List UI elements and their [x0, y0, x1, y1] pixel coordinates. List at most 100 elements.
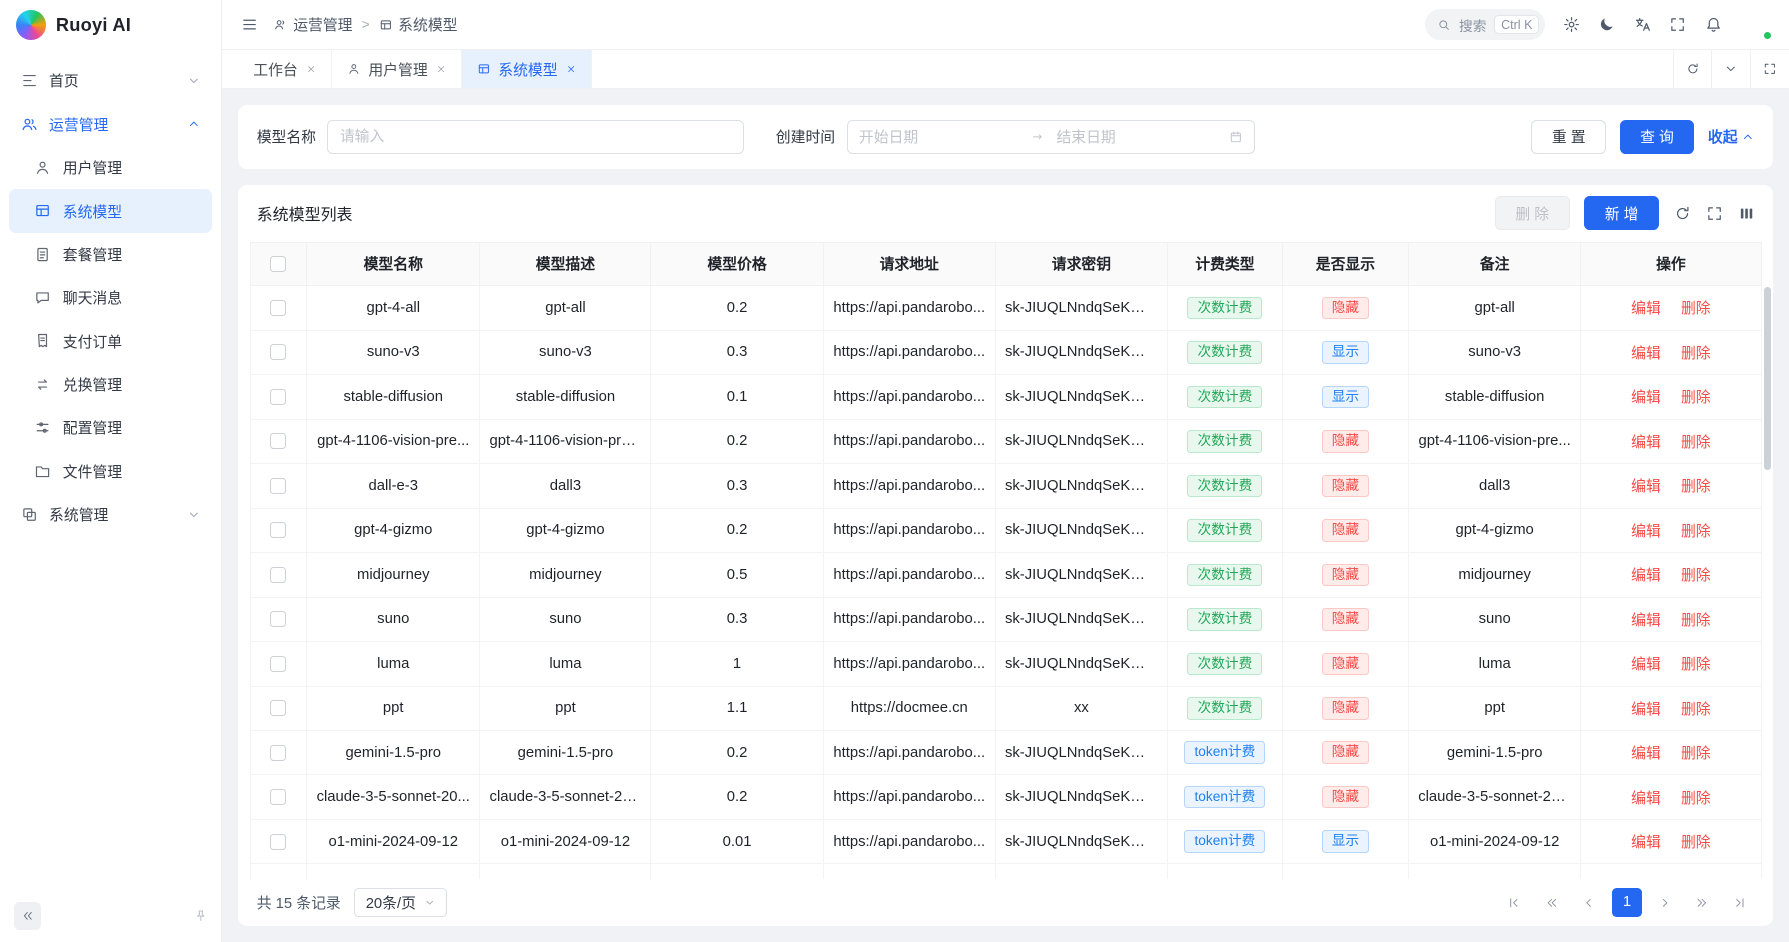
expand-table-icon[interactable] [1706, 205, 1723, 222]
delete-link[interactable]: 删除 [1681, 301, 1711, 317]
sidebar-footer [0, 899, 221, 942]
delete-link[interactable]: 删除 [1681, 479, 1711, 495]
translate-icon[interactable] [1634, 16, 1651, 33]
sidebar-item-package-management[interactable]: 套餐管理 [9, 233, 212, 276]
sidebar-item-config-management[interactable]: 配置管理 [9, 406, 212, 449]
sidebar-item-file-management[interactable]: 文件管理 [9, 449, 212, 492]
sidebar-item-system-model[interactable]: 系统模型 [9, 189, 212, 232]
prev-fast-button[interactable] [1537, 888, 1567, 918]
delete-link[interactable]: 删除 [1681, 346, 1711, 362]
edit-link[interactable]: 编辑 [1631, 657, 1661, 673]
delete-link[interactable]: 删除 [1681, 524, 1711, 540]
sidebar-item-chat-messages[interactable]: 聊天消息 [9, 276, 212, 319]
delete-link[interactable]: 删除 [1681, 746, 1711, 762]
next-fast-button[interactable] [1687, 888, 1717, 918]
sidebar-item-system-management[interactable]: 系统管理 [9, 493, 212, 536]
sidebar-item-operations[interactable]: 运营管理 [9, 103, 212, 146]
delete-link[interactable]: 删除 [1681, 791, 1711, 807]
row-checkbox[interactable] [270, 656, 286, 672]
menu-toggle-icon[interactable] [241, 16, 258, 33]
delete-link[interactable]: 删除 [1681, 613, 1711, 629]
edit-link[interactable]: 编辑 [1631, 435, 1661, 451]
dark-mode-moon-icon[interactable] [1598, 16, 1615, 33]
row-checkbox[interactable] [270, 834, 286, 850]
model-grid-icon [379, 18, 393, 32]
cell-model-name: o1-mini-2024-09-12 [307, 819, 480, 863]
row-checkbox[interactable] [270, 745, 286, 761]
row-checkbox[interactable] [270, 611, 286, 627]
sidebar-item-exchange-management[interactable]: 兑换管理 [9, 363, 212, 406]
table-row: gpt-4-gizmo gpt-4-gizmo 0.2 https://api.… [250, 508, 1761, 552]
delete-link[interactable]: 删除 [1681, 835, 1711, 851]
last-page-button[interactable] [1725, 888, 1755, 918]
table-scrollbar-thumb[interactable] [1764, 287, 1771, 470]
column-settings-icon[interactable] [1738, 205, 1755, 222]
sidebar-item-home[interactable]: 首页 [9, 59, 212, 102]
edit-link[interactable]: 编辑 [1631, 746, 1661, 762]
breadcrumb-item-system-model[interactable]: 系统模型 [379, 14, 458, 35]
select-all-checkbox[interactable] [270, 256, 286, 272]
close-icon[interactable] [436, 64, 446, 74]
tab-refresh-icon[interactable] [1673, 50, 1712, 88]
model-name-input[interactable] [327, 120, 743, 154]
global-search[interactable]: 搜索 Ctrl K [1425, 9, 1545, 40]
row-checkbox[interactable] [270, 700, 286, 716]
edit-link[interactable]: 编辑 [1631, 301, 1661, 317]
row-checkbox[interactable] [270, 522, 286, 538]
pin-icon[interactable] [194, 909, 208, 923]
reset-button[interactable]: 重 置 [1531, 120, 1606, 154]
edit-link[interactable]: 编辑 [1631, 568, 1661, 584]
sidebar-collapse-button[interactable] [14, 902, 41, 929]
fullscreen-icon[interactable] [1669, 16, 1686, 33]
cell-model-price: 0.3 [651, 597, 823, 641]
delete-button[interactable]: 删 除 [1495, 196, 1570, 230]
delete-link[interactable]: 删除 [1681, 390, 1711, 406]
row-checkbox[interactable] [270, 789, 286, 805]
next-page-button[interactable] [1650, 888, 1680, 918]
row-checkbox[interactable] [270, 300, 286, 316]
app-logo[interactable]: Ruoyi AI [0, 0, 221, 50]
row-checkbox[interactable] [270, 389, 286, 405]
close-icon[interactable] [306, 64, 316, 74]
edit-link[interactable]: 编辑 [1631, 346, 1661, 362]
table-scroll-area[interactable]: 模型名称 模型描述 模型价格 请求地址 请求密钥 计费类型 是否显示 备注 操作 [250, 242, 1762, 879]
edit-link[interactable]: 编辑 [1631, 479, 1661, 495]
row-checkbox[interactable] [270, 344, 286, 360]
first-page-button[interactable] [1499, 888, 1529, 918]
user-avatar[interactable] [1740, 9, 1771, 40]
tab-system-model[interactable]: 系统模型 [462, 50, 592, 88]
row-checkbox[interactable] [270, 433, 286, 449]
edit-link[interactable]: 编辑 [1631, 702, 1661, 718]
refresh-icon[interactable] [1674, 205, 1691, 222]
tab-user-management[interactable]: 用户管理 [332, 50, 462, 88]
edit-link[interactable]: 编辑 [1631, 390, 1661, 406]
delete-link[interactable]: 删除 [1681, 568, 1711, 584]
date-range-picker[interactable]: 开始日期 结束日期 [847, 120, 1255, 154]
delete-link[interactable]: 删除 [1681, 435, 1711, 451]
page-size-select[interactable]: 20条/页 [354, 888, 446, 918]
notifications-bell-icon[interactable] [1705, 16, 1722, 33]
edit-link[interactable]: 编辑 [1631, 613, 1661, 629]
row-checkbox[interactable] [270, 567, 286, 583]
sidebar-item-payment-orders[interactable]: 支付订单 [9, 319, 212, 362]
collapse-filter-link[interactable]: 收起 [1708, 126, 1755, 147]
edit-link[interactable]: 编辑 [1631, 835, 1661, 851]
tab-maximize-icon[interactable] [1750, 50, 1789, 88]
close-icon[interactable] [566, 64, 576, 74]
breadcrumb-item-operations[interactable]: 运营管理 [274, 14, 353, 35]
edit-link[interactable]: 编辑 [1631, 524, 1661, 540]
add-button[interactable]: 新 增 [1584, 196, 1659, 230]
visibility-badge: 隐藏 [1322, 564, 1370, 587]
home-icon [21, 72, 38, 89]
search-button[interactable]: 查 询 [1620, 120, 1695, 154]
current-page-button[interactable]: 1 [1612, 888, 1642, 918]
row-checkbox[interactable] [270, 478, 286, 494]
edit-link[interactable]: 编辑 [1631, 791, 1661, 807]
settings-gear-icon[interactable] [1563, 16, 1580, 33]
tab-menu-chevron-down-icon[interactable] [1711, 50, 1750, 88]
tab-workbench[interactable]: 工作台 [238, 50, 331, 88]
delete-link[interactable]: 删除 [1681, 702, 1711, 718]
sidebar-item-user-management[interactable]: 用户管理 [9, 146, 212, 189]
delete-link[interactable]: 删除 [1681, 657, 1711, 673]
prev-page-button[interactable] [1574, 888, 1604, 918]
